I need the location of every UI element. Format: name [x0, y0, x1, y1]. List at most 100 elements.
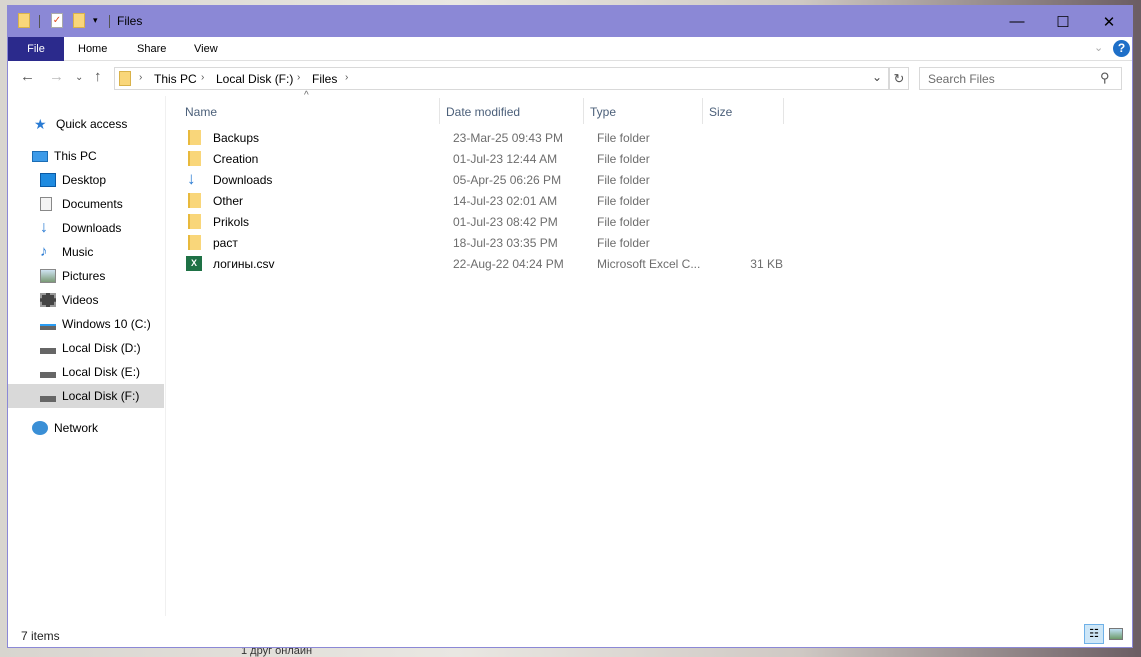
forward-button[interactable]: → — [49, 68, 64, 85]
up-button[interactable]: ↑ — [94, 68, 102, 85]
address-bar[interactable]: › This PC › Local Disk (F:) › Files › ⌄ — [114, 67, 889, 90]
file-row[interactable]: ↓ Downloads 05-Apr-25 06:26 PM File folder — [178, 169, 798, 190]
chevron-right-icon: › — [139, 72, 143, 83]
help-button[interactable]: ? — [1113, 40, 1130, 57]
divider — [39, 15, 40, 28]
nav-label: Local Disk (F:) — [62, 389, 140, 403]
breadcrumb-this-pc[interactable]: This PC — [154, 72, 197, 86]
nav-label: Local Disk (D:) — [62, 341, 141, 355]
file-name: Downloads — [213, 173, 273, 187]
navigation-pane: ★ Quick access This PC Desktop Documents … — [8, 96, 166, 616]
minimize-button[interactable]: — — [994, 6, 1040, 37]
column-header-date[interactable]: Date modified — [440, 98, 584, 124]
nav-drive-d[interactable]: Local Disk (D:) — [8, 336, 164, 360]
breadcrumb-local-disk-f[interactable]: Local Disk (F:) — [216, 72, 293, 86]
folder-icon[interactable] — [18, 13, 30, 28]
search-input[interactable]: Search Files — [919, 67, 1122, 90]
tab-home[interactable]: Home — [64, 37, 121, 61]
file-row[interactable]: Xлогины.csv 22-Aug-22 04:24 PM Microsoft E… — [178, 253, 798, 274]
divider — [109, 15, 110, 28]
close-button[interactable]: ✕ — [1086, 6, 1132, 37]
file-date: 01-Jul-23 12:44 AM — [453, 152, 558, 166]
back-button[interactable]: ← — [20, 68, 35, 85]
file-name: Backups — [213, 131, 260, 145]
nav-music[interactable]: ♪ Music — [8, 240, 164, 264]
file-type: File folder — [597, 152, 650, 166]
download-icon: ↓ — [40, 219, 48, 236]
nav-quick-access[interactable]: ★ Quick access — [8, 112, 164, 136]
chevron-right-icon: › — [297, 72, 301, 83]
file-type: Microsoft Excel C... — [597, 257, 701, 271]
tab-file[interactable]: File — [8, 37, 64, 61]
file-name: Other — [213, 194, 244, 208]
drive-icon — [40, 372, 56, 378]
nav-label: Music — [62, 245, 94, 259]
computer-icon — [32, 150, 48, 162]
file-name: Creation — [213, 152, 259, 166]
title-bar: ✓ ▾ Files — ☐ ✕ — [8, 6, 1132, 37]
nav-drive-f[interactable]: Local Disk (F:) — [8, 384, 164, 408]
file-date: 01-Jul-23 08:42 PM — [453, 215, 558, 229]
nav-drive-c[interactable]: Windows 10 (C:) — [8, 312, 164, 336]
nav-label: Documents — [62, 197, 123, 211]
nav-videos[interactable]: Videos — [8, 288, 164, 312]
file-row[interactable]: раст 18-Jul-23 03:35 PM File folder — [178, 232, 798, 253]
refresh-button[interactable]: ↻ — [889, 67, 909, 90]
recent-locations-icon[interactable]: ⌄ — [75, 72, 83, 83]
folder-icon — [188, 151, 201, 166]
nav-desktop[interactable]: Desktop — [8, 168, 164, 192]
search-icon: ⚲ — [1100, 70, 1110, 85]
nav-label: This PC — [54, 149, 97, 163]
pictures-icon — [40, 269, 56, 283]
expand-ribbon-icon[interactable]: ⌄ — [1094, 41, 1103, 54]
column-header-type[interactable]: Type — [584, 98, 703, 124]
file-date: 23-Mar-25 09:43 PM — [453, 131, 564, 145]
nav-drive-e[interactable]: Local Disk (E:) — [8, 360, 164, 384]
file-date: 22-Aug-22 04:24 PM — [453, 257, 564, 271]
tab-view[interactable]: View — [180, 37, 232, 61]
drive-icon — [40, 396, 56, 402]
file-row[interactable]: Other 14-Jul-23 02:01 AM File folder — [178, 190, 798, 211]
nav-label: Downloads — [62, 221, 122, 235]
folder-icon — [188, 130, 201, 145]
nav-pictures[interactable]: Pictures — [8, 264, 164, 288]
ribbon-tabs: File Home Share View ⌄ ? — [8, 37, 1132, 61]
new-folder-icon[interactable] — [73, 13, 85, 28]
customize-quick-access-icon[interactable]: ▾ — [93, 15, 98, 26]
nav-label: Local Disk (E:) — [62, 365, 141, 379]
star-icon: ★ — [34, 116, 47, 132]
file-row[interactable]: Creation 01-Jul-23 12:44 AM File folder — [178, 148, 798, 169]
nav-this-pc[interactable]: This PC — [8, 144, 164, 168]
desktop-icon — [40, 173, 56, 187]
file-name: логины.csv — [213, 257, 275, 271]
breadcrumb-files[interactable]: Files — [312, 72, 337, 86]
drive-icon — [40, 324, 56, 330]
download-folder-icon: ↓ — [187, 169, 196, 188]
column-header-size[interactable]: Size — [703, 98, 784, 124]
chevron-right-icon: › — [345, 72, 349, 83]
nav-label: Network — [54, 421, 99, 435]
column-header-name[interactable]: Name — [179, 98, 440, 124]
nav-documents[interactable]: Documents — [8, 192, 164, 216]
file-row[interactable]: Backups 23-Mar-25 09:43 PM File folder — [178, 127, 798, 148]
folder-icon — [188, 193, 201, 208]
drive-icon — [40, 348, 56, 354]
documents-icon — [40, 197, 52, 211]
nav-network[interactable]: Network — [8, 416, 164, 440]
large-icons-view-button[interactable] — [1109, 628, 1123, 640]
file-type: File folder — [597, 236, 650, 250]
tab-share[interactable]: Share — [123, 37, 180, 61]
file-row[interactable]: Prikols 01-Jul-23 08:42 PM File folder — [178, 211, 798, 232]
file-type: File folder — [597, 194, 650, 208]
file-name: Prikols — [213, 215, 250, 229]
file-name: раст — [213, 236, 238, 250]
properties-icon[interactable]: ✓ — [51, 13, 63, 28]
nav-downloads[interactable]: ↓ Downloads — [8, 216, 164, 240]
address-dropdown-icon[interactable]: ⌄ — [872, 70, 882, 84]
maximize-button[interactable]: ☐ — [1040, 6, 1086, 37]
excel-csv-icon: X — [186, 256, 202, 271]
nav-label: Quick access — [56, 117, 128, 131]
folder-icon — [188, 235, 201, 250]
details-view-button[interactable]: ☷ — [1084, 624, 1104, 644]
network-icon — [32, 421, 48, 435]
